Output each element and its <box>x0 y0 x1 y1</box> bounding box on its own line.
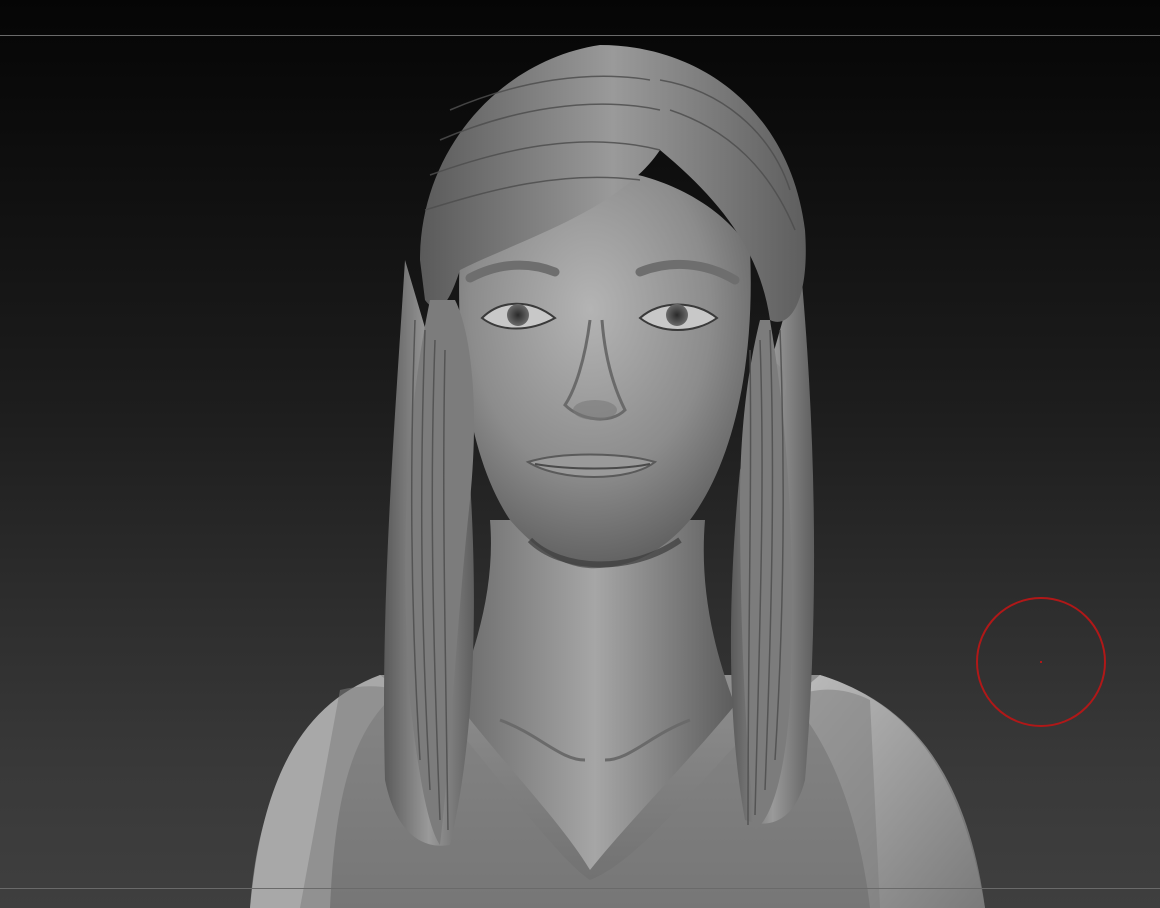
sculpt-model <box>250 45 985 908</box>
brush-center-dot-icon <box>1040 661 1042 663</box>
canvas-frame-bottom-line <box>0 888 1160 889</box>
sculpt-viewport[interactable] <box>0 0 1160 908</box>
